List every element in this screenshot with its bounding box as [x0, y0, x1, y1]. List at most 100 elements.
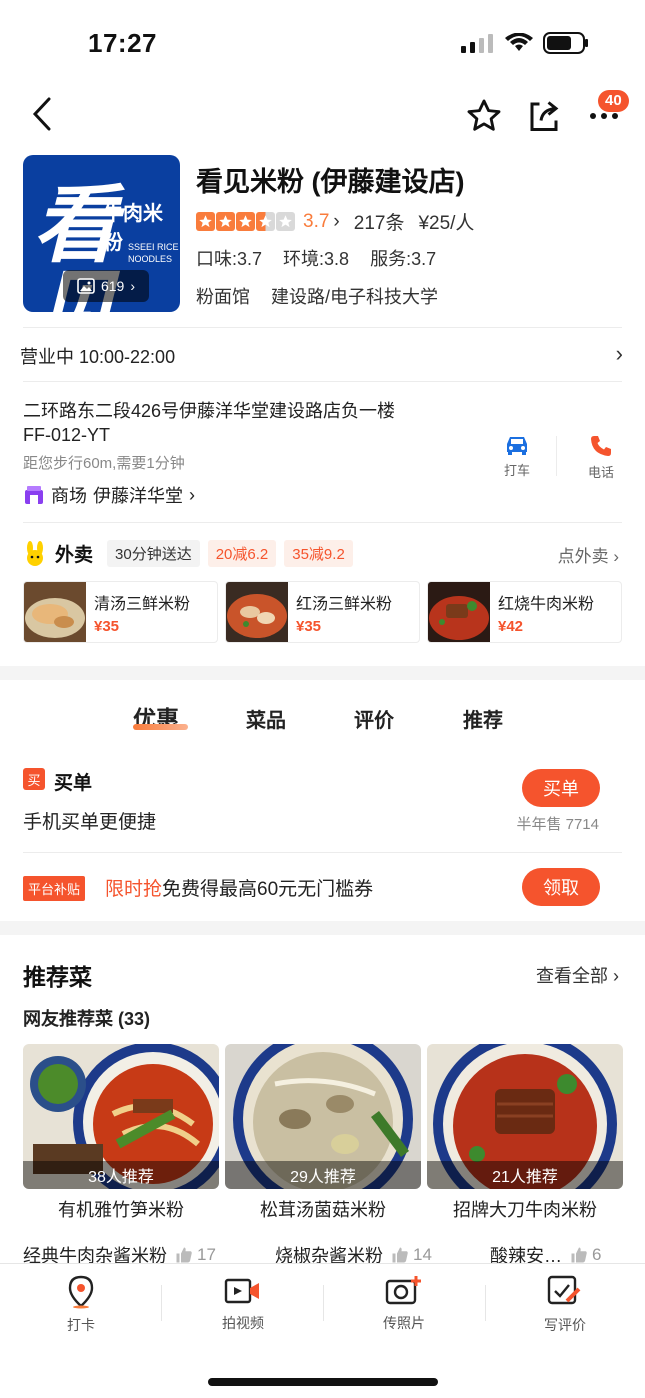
environment-score: 环境:3.8 — [283, 249, 350, 269]
takeout-row: 外卖 30分钟送达 20减6.2 35减9.2 — [23, 540, 353, 567]
promo-description: 免费得最高60元无门槛券 — [162, 879, 374, 900]
buy-icon: 买 — [23, 768, 45, 790]
avg-price: ¥25/人 — [418, 213, 475, 234]
camera-plus-icon — [385, 1276, 421, 1305]
recommend-dish-card[interactable]: 38人推荐 — [23, 1044, 219, 1189]
status-time: 17:27 — [88, 28, 157, 58]
tab-reviews[interactable]: 评价 — [354, 704, 394, 733]
taxi-button[interactable]: 打车 — [497, 434, 537, 479]
write-review-label: 写评价 — [544, 1317, 586, 1333]
service-score: 服务:3.7 — [370, 249, 437, 269]
divider — [23, 852, 622, 853]
thumbs-up-icon — [176, 1247, 192, 1263]
review-count: 217条 — [353, 213, 405, 234]
photo-count-button[interactable]: 619 › — [63, 270, 149, 302]
recommend-dish-name: 招牌大刀牛肉米粉 — [453, 1200, 597, 1220]
recommend-dish-name: 有机雅竹笋米粉 — [58, 1200, 184, 1220]
image-icon — [77, 278, 95, 294]
signal-icon — [461, 34, 493, 53]
share-icon — [530, 101, 559, 131]
share-button[interactable] — [522, 94, 566, 138]
claim-button[interactable]: 领取 — [522, 868, 600, 906]
rating-score: 3.7 — [303, 210, 330, 232]
divider — [23, 327, 622, 328]
see-all-link[interactable]: 查看全部 › — [536, 962, 619, 988]
takeout-dish-card[interactable]: 清汤三鲜米粉 ¥35 — [23, 581, 218, 643]
dish-image — [24, 582, 86, 642]
back-button[interactable] — [22, 92, 62, 136]
promo-text: 限时抢免费得最高60元无门槛券 — [105, 874, 373, 901]
dish-image — [428, 582, 490, 642]
pay-button[interactable]: 买单 — [522, 769, 600, 807]
chevron-right-icon[interactable]: › — [616, 341, 623, 367]
section-gap — [0, 921, 645, 935]
see-all-label: 查看全部 — [535, 966, 608, 986]
takeout-tag: 30分钟送达 — [107, 540, 200, 567]
store-logo[interactable]: 看见 牛肉米粉 SSEEI RICE NOODLES 619 › — [23, 155, 180, 312]
divider — [161, 1285, 162, 1321]
half-star-icon — [256, 212, 275, 231]
home-indicator — [208, 1378, 438, 1386]
order-takeout-link[interactable]: 点外卖 › — [558, 542, 619, 567]
active-tab-indicator — [133, 724, 188, 730]
upload-photo-button[interactable]: 传照片 — [344, 1275, 464, 1333]
checkin-label: 打卡 — [67, 1317, 95, 1333]
dish-name: 红烧牛肉米粉 — [498, 596, 595, 613]
takeout-tag: 35减9.2 — [284, 540, 353, 567]
address[interactable]: 二环路东二段426号伊藤洋华堂建设路店负一楼 FF-012-YT — [23, 399, 483, 447]
walk-distance: 距您步行60m,需要1分钟 — [23, 455, 185, 472]
tab-recommend[interactable]: 推荐 — [463, 704, 503, 733]
store-category: 粉面馆 建设路/电子科技大学 — [196, 283, 438, 309]
write-review-button[interactable]: 写评价 — [505, 1275, 625, 1335]
edit-review-icon — [547, 1275, 581, 1305]
favorite-button[interactable] — [462, 94, 506, 138]
mall-name: 伊藤洋华堂 — [93, 486, 183, 506]
status-icons — [461, 32, 589, 54]
recommend-title: 推荐菜 — [23, 964, 92, 990]
mall-icon — [25, 486, 43, 504]
record-video-button[interactable]: 拍视频 — [183, 1275, 303, 1333]
like-count: 6 — [592, 1245, 602, 1264]
divider — [23, 522, 622, 523]
tab-dishes[interactable]: 菜品 — [246, 704, 286, 733]
store-name: 看见米粉 (伊藤建设店) — [196, 167, 465, 197]
phone-button[interactable]: 电话 — [581, 434, 621, 481]
likes: 6 — [570, 1245, 601, 1265]
takeout-dish-card[interactable]: 红汤三鲜米粉 ¥35 — [225, 581, 420, 643]
photo-count: 619 — [100, 278, 125, 294]
takeout-title: 外卖 — [55, 545, 94, 566]
checkin-button[interactable]: 打卡 — [21, 1275, 141, 1335]
dish-name: 清汤三鲜米粉 — [94, 596, 191, 613]
rating-row[interactable]: 3.7 › 217条 ¥25/人 — [196, 208, 474, 235]
takeout-dish-card[interactable]: 红烧牛肉米粉 ¥42 — [427, 581, 622, 643]
record-video-label: 拍视频 — [222, 1315, 264, 1331]
category-label: 粉面馆 — [196, 287, 250, 307]
star-icon — [216, 212, 235, 231]
recommend-count: 21人推荐 — [427, 1161, 623, 1189]
order-takeout-label: 点外卖 — [557, 547, 609, 566]
recommend-count: 29人推荐 — [225, 1161, 421, 1189]
phone-label: 电话 — [587, 465, 614, 480]
promo-highlight: 限时抢 — [105, 879, 163, 900]
wifi-icon — [505, 33, 533, 51]
mall-link[interactable]: 商场 伊藤洋华堂 › — [23, 482, 195, 508]
battery-icon — [543, 32, 588, 54]
takeout-tag: 20减6.2 — [207, 540, 277, 567]
recommend-dish-card[interactable]: 29人推荐 — [225, 1044, 421, 1189]
chevron-right-icon: › — [613, 547, 619, 566]
sub-scores: 口味:3.7 环境:3.8 服务:3.7 — [196, 245, 452, 271]
area-label: 建设路/电子科技大学 — [271, 287, 439, 307]
recommend-dish-card[interactable]: 21人推荐 — [427, 1044, 623, 1189]
deal-description: 手机买单更便捷 — [23, 812, 157, 833]
dish-price: ¥42 — [498, 618, 524, 635]
rating-stars — [196, 212, 295, 231]
recommend-subtitle: 网友推荐菜 (33) — [23, 1009, 151, 1029]
dish-name: 红汤三鲜米粉 — [296, 596, 393, 613]
business-hours[interactable]: 营业中 10:00-22:00 — [20, 343, 175, 369]
star-empty-icon — [276, 212, 295, 231]
address-line2: FF-012-YT — [23, 425, 111, 445]
back-icon — [32, 97, 51, 131]
deal-title: 买单 — [54, 773, 93, 794]
taxi-label: 打车 — [503, 463, 530, 478]
chevron-right-icon: › — [333, 210, 340, 232]
